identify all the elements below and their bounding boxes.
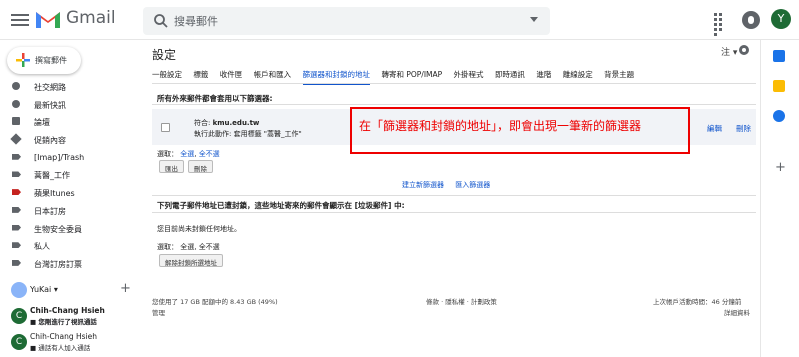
hangout-contact[interactable]: C Chih-Chang Hsieh ■ 通話有人加入通話 — [0, 332, 140, 356]
contact-name: Chih-Chang Hsieh — [30, 306, 105, 315]
sidebar-item-imap-trash[interactable]: [Imap]/Trash — [0, 149, 140, 167]
avatar: C — [11, 334, 27, 350]
hangout-contact[interactable]: C Chih-Chang Hsieh ■ 您剛進行了視訊通話 — [0, 306, 140, 330]
plus-icon — [16, 53, 30, 67]
gmail-logo-text: Gmail — [66, 8, 116, 28]
calendar-icon[interactable] — [773, 50, 785, 62]
annotation-text: 在「篩選器和封鎖的地址」，即會出現一筆新的篩選器 — [359, 119, 642, 133]
sidebar-item-japan-booking[interactable]: 日本訂房 — [0, 202, 140, 220]
divider — [152, 195, 756, 196]
top-bar: Gmail 搜尋郵件 Y — [0, 0, 799, 40]
hangouts-user[interactable]: YuKai ▾ + — [0, 280, 140, 300]
edit-filter-link[interactable]: 編輯 — [707, 123, 722, 134]
create-filter-link[interactable]: 建立新篩選器 — [402, 181, 444, 189]
add-contact-icon[interactable]: + — [120, 281, 131, 296]
language-dropdown[interactable]: 注 ▾ — [721, 45, 737, 58]
sidebar-item-forums[interactable]: 論壇 — [0, 113, 140, 131]
select-all-link[interactable]: 全選 — [180, 243, 194, 251]
search-options-icon[interactable] — [530, 17, 538, 22]
search-input[interactable]: 搜尋郵件 — [174, 13, 218, 29]
filter-criteria: 符合: kmu.edu.tw — [194, 119, 260, 127]
blocked-heading: 下列電子郵件地址已遭封鎖，這些地址寄來的郵件會顯示在 [垃圾郵件] 中: — [157, 201, 405, 210]
blocked-empty-text: 您目前尚未封鎖任何地址。 — [157, 225, 241, 233]
compose-label: 撰寫郵件 — [35, 56, 67, 65]
select-none-link[interactable]: 全不選 — [199, 150, 220, 158]
tab-chat[interactable]: 即時通訊 — [495, 69, 525, 83]
tag-icon — [10, 133, 22, 145]
people-icon — [12, 82, 20, 90]
import-filter-link[interactable]: 匯入篩選器 — [455, 181, 490, 189]
label-icon — [12, 206, 21, 213]
label-icon — [12, 189, 21, 196]
tab-themes[interactable]: 背景主題 — [604, 69, 634, 83]
label-icon — [12, 259, 21, 266]
filter-select-line: 選取： 全選, 全不選 — [157, 150, 220, 158]
apps-grid-icon[interactable] — [714, 13, 728, 36]
contact-status: ■ 您剛進行了視訊通話 — [30, 318, 97, 326]
label-icon — [12, 153, 21, 160]
filters-heading: 所有外來郵件都會套用以下篩選器: — [157, 94, 273, 103]
sidebar: 社交網路 最新快訊 論壇 促銷內容 [Imap]/Trash 蒿醫_工作 蘋果I… — [0, 78, 140, 273]
forum-icon — [12, 117, 20, 126]
sidebar-item-work[interactable]: 蒿醫_工作 — [0, 166, 140, 184]
tab-forwarding[interactable]: 轉寄和 POP/IMAP — [381, 69, 442, 83]
last-activity: 上次帳戶活動時間：46 分鐘前 — [653, 298, 742, 306]
info-icon — [12, 99, 20, 108]
label-icon — [12, 242, 21, 249]
user-name: YuKai ▾ — [30, 285, 58, 294]
tab-advanced[interactable]: 進階 — [536, 69, 551, 83]
filter-actions: 建立新篩選器 匯入篩選器 — [402, 180, 499, 190]
tab-addons[interactable]: 外掛程式 — [454, 69, 484, 83]
blocked-select-line: 選取： 全選, 全不選 — [157, 243, 220, 251]
sidebar-item-private[interactable]: 私人 — [0, 237, 140, 255]
tab-accounts[interactable]: 帳戶和匯入 — [254, 69, 292, 83]
label-icon — [12, 171, 21, 178]
account-avatar[interactable]: Y — [771, 9, 791, 29]
add-addon-icon[interactable]: + — [775, 160, 786, 175]
delete-filter-link[interactable]: 刪除 — [736, 123, 751, 134]
select-all-link[interactable]: 全選 — [180, 150, 194, 158]
label-icon — [12, 224, 21, 231]
tab-labels[interactable]: 標籤 — [193, 69, 208, 83]
settings-main: 設定 注 ▾ 一般設定 標籤 收件匣 帳戶和匯入 篩選器和封鎖的地址 轉寄和 P… — [143, 40, 759, 357]
manage-storage-link[interactable]: 管理 — [152, 307, 165, 317]
search-bar[interactable]: 搜尋郵件 — [143, 7, 550, 35]
unblock-button[interactable]: 解除封鎖所選地址 — [159, 254, 223, 267]
gear-icon[interactable] — [739, 45, 749, 55]
contact-status: ■ 通話有人加入通話 — [30, 344, 91, 352]
activity-details-link[interactable]: 詳細資料 — [724, 307, 750, 317]
footer-terms[interactable]: 條款 · 隱私權 · 計劃政策 — [426, 296, 497, 306]
menu-icon[interactable] — [11, 11, 29, 29]
sidebar-item-itunes[interactable]: 蘋果Itunes — [0, 184, 140, 202]
tab-offline[interactable]: 離線設定 — [563, 69, 593, 83]
sidebar-item-social[interactable]: 社交網路 — [0, 78, 140, 96]
keep-icon[interactable] — [773, 80, 785, 92]
delete-button[interactable]: 刪除 — [188, 160, 213, 173]
avatar: C — [11, 308, 27, 324]
contact-name: Chih-Chang Hsieh — [30, 332, 98, 341]
tasks-icon[interactable] — [773, 110, 785, 122]
page-title: 設定 — [152, 48, 177, 62]
sidebar-item-promotions[interactable]: 促銷內容 — [0, 131, 140, 149]
filter-checkbox[interactable] — [161, 123, 170, 132]
sidebar-item-taiwan-booking[interactable]: 台灣訂房訂票 — [0, 255, 140, 273]
sidebar-item-updates[interactable]: 最新快訊 — [0, 96, 140, 114]
export-button[interactable]: 匯出 — [159, 160, 184, 173]
divider — [152, 83, 756, 84]
notifications-icon[interactable] — [742, 11, 760, 29]
storage-usage: 您使用了 17 GB 配額中的 8.43 GB (49%) — [152, 298, 278, 306]
tab-general[interactable]: 一般設定 — [152, 69, 182, 83]
divider — [152, 104, 756, 105]
divider — [152, 212, 756, 213]
sidebar-item-biosafety[interactable]: 生物安全委員 — [0, 220, 140, 238]
compose-button[interactable]: 撰寫郵件 — [7, 47, 81, 74]
filter-action: 執行此動作: 套用標籤 "蒿醫_工作" — [194, 130, 302, 138]
avatar — [11, 282, 27, 298]
side-panel: + — [760, 40, 799, 357]
gmail-logo-icon[interactable] — [34, 8, 62, 30]
search-icon[interactable] — [153, 13, 169, 29]
select-none-link[interactable]: 全不選 — [199, 243, 220, 251]
tab-inbox[interactable]: 收件匣 — [220, 69, 243, 83]
